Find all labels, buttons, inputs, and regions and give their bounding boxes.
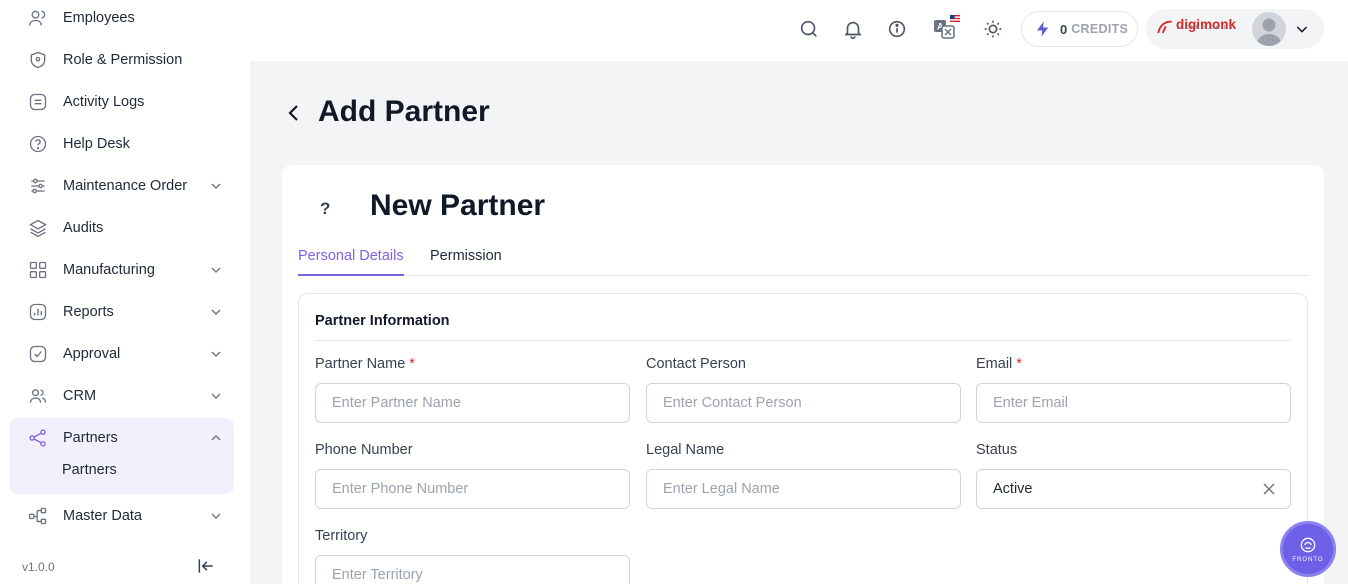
chevron-up-icon bbox=[211, 435, 221, 441]
chevron-down-icon bbox=[1296, 26, 1308, 33]
sidebar-group-partners: Partners Partners bbox=[10, 418, 234, 494]
sidebar: Employees Role & Permission Activity Log… bbox=[0, 0, 250, 584]
sidebar-item-label: Help Desk bbox=[63, 136, 130, 152]
status-label: Status bbox=[976, 442, 1018, 458]
lightning-icon bbox=[1037, 21, 1049, 37]
assistant-icon bbox=[1300, 537, 1316, 553]
bar-chart-icon bbox=[28, 302, 48, 322]
phone-number-input[interactable] bbox=[315, 469, 630, 509]
sidebar-item-audits[interactable]: Audits bbox=[10, 208, 234, 248]
chevron-down-icon bbox=[211, 351, 221, 357]
sidebar-item-label: Partners bbox=[63, 430, 118, 446]
clear-icon[interactable] bbox=[1262, 482, 1276, 496]
sidebar-item-label: Maintenance Order bbox=[63, 178, 188, 194]
chevron-down-icon bbox=[211, 183, 221, 189]
sidebar-item-partners[interactable]: Partners bbox=[10, 418, 234, 458]
avatar[interactable] bbox=[1252, 12, 1286, 46]
required-mark: * bbox=[409, 356, 415, 372]
sidebar-item-reports[interactable]: Reports bbox=[10, 292, 234, 332]
sidebar-item-label: Approval bbox=[63, 346, 121, 362]
sidebar-item-label: Employees bbox=[63, 10, 135, 26]
page-title: Add Partner bbox=[318, 95, 490, 128]
translate-icon[interactable]: A bbox=[932, 14, 960, 42]
users-icon bbox=[28, 8, 48, 28]
back-arrow-icon[interactable] bbox=[284, 102, 304, 124]
chevron-down-icon bbox=[211, 309, 221, 315]
sidebar-item-label: Master Data bbox=[63, 508, 142, 524]
list-icon bbox=[28, 92, 48, 112]
bell-icon[interactable] bbox=[842, 18, 864, 40]
card-title: New Partner bbox=[370, 189, 546, 222]
phone-number-label: Phone Number bbox=[315, 442, 413, 458]
credits-count: 0 bbox=[1060, 21, 1068, 37]
sidebar-item-activity-logs[interactable]: Activity Logs bbox=[10, 82, 234, 122]
contact-person-label: Contact Person bbox=[646, 356, 746, 372]
tab-personal-details[interactable]: Personal Details bbox=[298, 248, 404, 276]
question-circle-icon bbox=[28, 134, 48, 154]
credits-button[interactable]: 0 CREDITS bbox=[1021, 11, 1138, 47]
collapse-sidebar-icon[interactable] bbox=[196, 556, 216, 576]
sidebar-item-employees[interactable]: Employees bbox=[10, 0, 234, 38]
sliders-icon bbox=[28, 176, 48, 196]
assistant-fab[interactable]: FRONTO bbox=[1280, 521, 1336, 577]
grid-icon bbox=[28, 260, 48, 280]
info-icon[interactable] bbox=[886, 18, 908, 40]
chevron-down-icon bbox=[211, 513, 221, 519]
required-mark: * bbox=[1016, 356, 1022, 372]
sidebar-item-label: Activity Logs bbox=[63, 94, 145, 110]
logo-subtext: TECHNOLOGIES bbox=[1176, 25, 1234, 31]
sun-icon[interactable] bbox=[982, 18, 1004, 40]
logo-mark-icon bbox=[1157, 20, 1172, 34]
email-input[interactable] bbox=[976, 383, 1291, 423]
sidebar-item-label: CRM bbox=[63, 388, 97, 404]
territory-input[interactable] bbox=[315, 555, 630, 584]
search-icon[interactable] bbox=[798, 18, 820, 40]
sidebar-item-label: Manufacturing bbox=[63, 262, 155, 278]
assistant-label: FRONTO bbox=[1292, 557, 1324, 563]
label-text: Email bbox=[976, 356, 1013, 372]
sidebar-item-help-desk[interactable]: Help Desk bbox=[10, 124, 234, 164]
status-select[interactable]: Active bbox=[976, 469, 1291, 509]
user-group-icon bbox=[28, 386, 48, 406]
top-bar: A 0 CREDITS digimonk TECHNOLOGIES bbox=[250, 0, 1348, 61]
territory-label: Territory bbox=[315, 528, 368, 544]
legal-name-input[interactable] bbox=[646, 469, 961, 509]
section-divider bbox=[315, 340, 1291, 341]
label-text: Partner Name bbox=[315, 356, 406, 372]
sidebar-subitem-partners[interactable]: Partners bbox=[62, 462, 117, 478]
partner-name-input[interactable] bbox=[315, 383, 630, 423]
credits-label: CREDITS bbox=[1071, 22, 1129, 36]
tab-permission[interactable]: Permission bbox=[430, 248, 502, 264]
sidebar-item-manufacturing[interactable]: Manufacturing bbox=[10, 250, 234, 290]
partner-info-section bbox=[298, 293, 1308, 584]
help-icon[interactable]: ? bbox=[320, 199, 332, 219]
app-version: v1.0.0 bbox=[22, 560, 55, 574]
hierarchy-icon bbox=[28, 506, 48, 526]
sidebar-item-label: Role & Permission bbox=[63, 52, 183, 68]
sidebar-item-label: Audits bbox=[63, 220, 104, 236]
chevron-down-icon bbox=[211, 267, 221, 273]
sidebar-item-maintenance-order[interactable]: Maintenance Order bbox=[10, 166, 234, 206]
share-icon bbox=[28, 428, 48, 448]
email-label: Email * bbox=[976, 356, 1022, 372]
sidebar-item-approval[interactable]: Approval bbox=[10, 334, 234, 374]
sidebar-item-master-data[interactable]: Master Data bbox=[10, 496, 234, 536]
legal-name-label: Legal Name bbox=[646, 442, 725, 458]
user-menu[interactable]: digimonk TECHNOLOGIES bbox=[1146, 9, 1324, 49]
contact-person-input[interactable] bbox=[646, 383, 961, 423]
sidebar-item-role-permission[interactable]: Role & Permission bbox=[10, 40, 234, 80]
sidebar-item-crm[interactable]: CRM bbox=[10, 376, 234, 416]
section-title: Partner Information bbox=[315, 313, 450, 329]
sidebar-item-label: Reports bbox=[63, 304, 114, 320]
chevron-down-icon bbox=[211, 393, 221, 399]
shield-icon bbox=[28, 50, 48, 70]
tabs-divider bbox=[298, 275, 1308, 276]
status-value: Active bbox=[993, 481, 1033, 497]
partner-name-label: Partner Name * bbox=[315, 356, 415, 372]
layers-icon bbox=[28, 218, 48, 238]
check-square-icon bbox=[28, 344, 48, 364]
